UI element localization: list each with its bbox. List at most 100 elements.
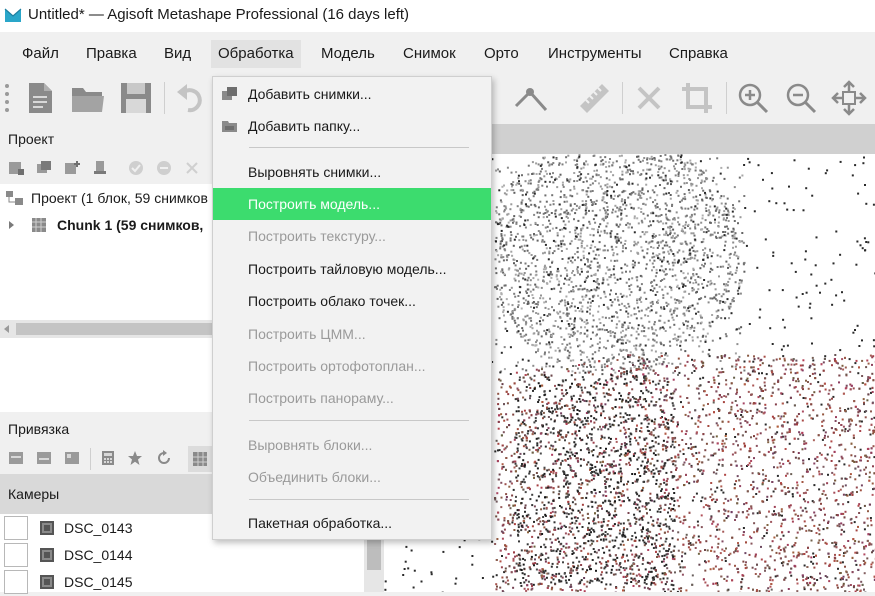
open-folder-icon[interactable] xyxy=(70,80,106,116)
menu-ortho[interactable]: Орто xyxy=(477,40,526,68)
menu-item-build-tiled-model[interactable]: Построить тайловую модель... xyxy=(213,253,491,285)
menu-separator xyxy=(249,420,469,421)
menu-item-build-dem-label: Построить ЦММ... xyxy=(248,326,366,342)
model-view-tab-bar xyxy=(492,124,875,154)
move-icon[interactable] xyxy=(831,80,867,116)
chevron-right-icon[interactable] xyxy=(8,220,16,230)
menu-tools[interactable]: Инструменты xyxy=(541,40,649,68)
add-chunk-icon[interactable] xyxy=(8,160,24,176)
menu-item-build-model[interactable]: Построить модель... xyxy=(213,188,491,220)
menu-item-build-point-cloud[interactable]: Построить облако точек... xyxy=(213,285,491,317)
convert-icon[interactable] xyxy=(64,450,80,466)
menu-tools-label: Инструменты xyxy=(548,45,642,62)
menu-item-build-dem[interactable]: Построить ЦММ... xyxy=(213,318,491,350)
menu-separator xyxy=(249,147,469,148)
export-icon[interactable] xyxy=(36,450,52,466)
scrollbar-thumb[interactable] xyxy=(367,540,381,570)
tree-item-chunk-label: Chunk 1 (59 снимков, xyxy=(57,217,203,233)
project-panel-title: Проект xyxy=(8,131,54,147)
reference-settings-icon xyxy=(192,451,208,467)
menu-item-merge-chunks[interactable]: Объединить блоки... xyxy=(213,461,491,493)
menu-item-add-photos[interactable]: Добавить снимки... xyxy=(213,78,491,110)
crop-icon[interactable] xyxy=(679,80,715,116)
zoom-in-icon[interactable] xyxy=(735,80,771,116)
toolbar-separator xyxy=(164,82,165,114)
menu-workflow[interactable]: Обработка xyxy=(211,40,301,68)
settings-button[interactable] xyxy=(188,446,212,472)
toolbar-separator xyxy=(726,82,727,114)
menu-edit-label: Правка xyxy=(86,45,137,62)
menu-model-label: Модель xyxy=(321,45,375,62)
menu-item-build-model-label: Построить модель... xyxy=(248,196,380,212)
ruler-tool-icon[interactable] xyxy=(512,80,548,116)
import-icon[interactable] xyxy=(8,450,24,466)
menu-item-build-texture-label: Построить текстуру... xyxy=(248,228,386,244)
chunk-icon xyxy=(32,218,46,232)
add-photos-small-icon[interactable] xyxy=(36,160,52,176)
menu-photo[interactable]: Снимок xyxy=(396,40,463,68)
menu-model[interactable]: Модель xyxy=(314,40,382,68)
menu-item-add-folder-label: Добавить папку... xyxy=(248,118,360,134)
remove-item-icon[interactable] xyxy=(92,160,108,176)
camera-label: DSC_0143 xyxy=(64,520,133,536)
menu-item-build-point-cloud-label: Построить облако точек... xyxy=(248,293,416,309)
menu-file[interactable]: Файл xyxy=(15,40,66,68)
toolbar-grip-icon xyxy=(3,82,11,116)
toolbar-separator xyxy=(622,82,623,114)
menu-edit[interactable]: Правка xyxy=(79,40,144,68)
camera-checkbox[interactable] xyxy=(4,516,28,540)
menu-ortho-label: Орто xyxy=(484,45,519,62)
menu-view[interactable]: Вид xyxy=(157,40,198,68)
camera-photo-icon xyxy=(40,575,54,589)
menu-file-label: Файл xyxy=(22,45,59,62)
camera-checkbox[interactable] xyxy=(4,543,28,567)
menu-item-build-panorama[interactable]: Построить панораму... xyxy=(213,382,491,414)
project-tree-area xyxy=(0,338,212,412)
zoom-out-icon[interactable] xyxy=(783,80,819,116)
reference-toolbar xyxy=(0,444,212,474)
undo-icon[interactable] xyxy=(174,80,210,116)
scrollbar-thumb[interactable] xyxy=(16,323,212,335)
menu-item-batch-process-label: Пакетная обработка... xyxy=(248,515,392,531)
delete-icon[interactable] xyxy=(631,80,667,116)
enable-icon[interactable] xyxy=(128,160,144,176)
project-tree-icon xyxy=(6,190,24,206)
save-icon[interactable] xyxy=(118,80,154,116)
cameras-column-header[interactable]: Камеры xyxy=(8,486,59,502)
add-marker-icon[interactable] xyxy=(64,160,80,176)
workflow-menu: Добавить снимки... Добавить папку... Выр… xyxy=(212,76,492,540)
menu-item-build-orthomosaic-label: Построить ортофотоплан... xyxy=(248,358,426,374)
camera-row[interactable]: DSC_0144 xyxy=(0,541,364,569)
menu-item-build-orthomosaic[interactable]: Построить ортофотоплан... xyxy=(213,350,491,382)
menu-item-build-panorama-label: Построить панораму... xyxy=(248,390,394,406)
menu-bar: Файл Правка Вид Обработка Модель Снимок … xyxy=(0,32,875,72)
disable-icon[interactable] xyxy=(156,160,172,176)
menu-help-label: Справка xyxy=(669,45,728,62)
app-logo-icon xyxy=(4,7,22,23)
refresh-icon[interactable] xyxy=(156,450,172,466)
ruler-icon[interactable] xyxy=(576,80,612,116)
calculator-icon[interactable] xyxy=(100,450,116,466)
menu-item-build-tiled-model-label: Построить тайловую модель... xyxy=(248,261,446,277)
new-document-icon[interactable] xyxy=(22,80,58,116)
add-folder-icon xyxy=(222,119,238,133)
menu-item-add-photos-label: Добавить снимки... xyxy=(248,86,372,102)
menu-item-merge-chunks-label: Объединить блоки... xyxy=(248,469,381,485)
add-photos-icon xyxy=(222,87,238,101)
camera-photo-icon xyxy=(40,548,54,562)
scroll-left-icon[interactable] xyxy=(2,324,12,334)
menu-item-build-texture[interactable]: Построить текстуру... xyxy=(213,220,491,252)
menu-item-align-chunks[interactable]: Выровнять блоки... xyxy=(213,429,491,461)
menu-item-add-folder[interactable]: Добавить папку... xyxy=(213,110,491,142)
menu-item-batch-process[interactable]: Пакетная обработка... xyxy=(213,507,491,539)
menu-help[interactable]: Справка xyxy=(662,40,735,68)
toolbar-separator xyxy=(90,448,91,470)
window-title: Untitled* — Agisoft Metashape Profession… xyxy=(28,6,409,23)
camera-checkbox[interactable] xyxy=(4,570,28,594)
menu-item-align-photos[interactable]: Выровнять снимки... xyxy=(213,156,491,188)
camera-label: DSC_0144 xyxy=(64,547,133,563)
menu-item-align-photos-label: Выровнять снимки... xyxy=(248,164,381,180)
tree-item-project-label: Проект (1 блок, 59 снимков xyxy=(31,190,208,206)
star-icon[interactable] xyxy=(127,450,143,466)
close-icon[interactable] xyxy=(184,160,200,176)
